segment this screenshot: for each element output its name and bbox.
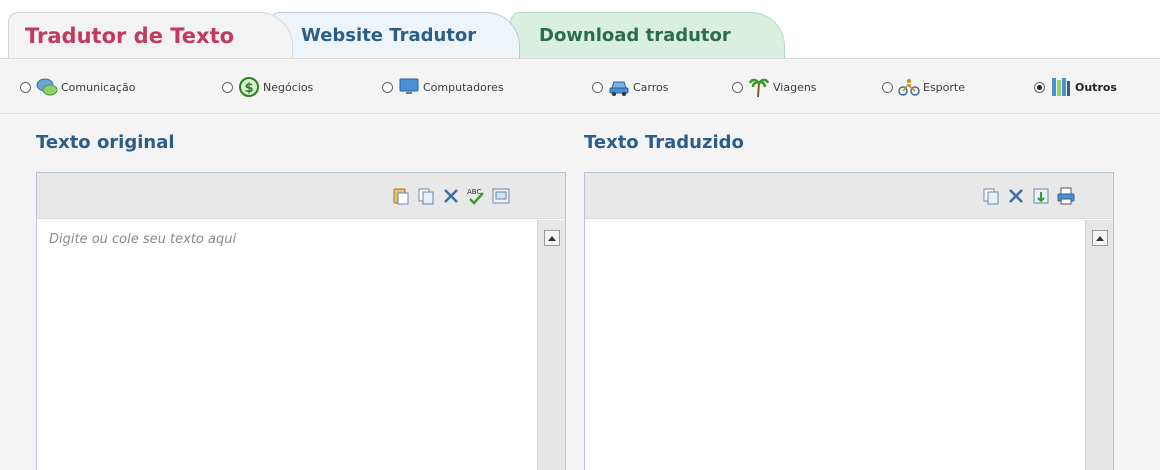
source-title: Texto original [36, 132, 175, 153]
category-label: Computadores [423, 80, 504, 94]
target-text-output[interactable] [585, 220, 1085, 470]
target-title: Texto Traduzido [584, 132, 744, 153]
category-comunicacao[interactable]: Comunicação [20, 74, 135, 100]
copy-icon[interactable] [415, 185, 437, 207]
translator-area: Texto original Texto Traduzido ABC [0, 114, 1160, 470]
category-selector: Comunicação $ Negócios Computadores Carr… [0, 58, 1160, 114]
category-radio[interactable] [1034, 81, 1045, 93]
tab-tradutor-de-texto[interactable]: Tradutor de Texto [8, 12, 293, 58]
virtual-keyboard-icon[interactable] [490, 185, 512, 207]
dollar-coin-icon: $ [237, 75, 261, 99]
category-carros[interactable]: Carros [592, 74, 669, 100]
category-label: Esporte [923, 80, 965, 94]
car-icon [607, 75, 631, 99]
category-negocios[interactable]: $ Negócios [222, 74, 313, 100]
tab-bar: Download tradutor Website Tradutor Tradu… [0, 0, 1160, 58]
category-viagens[interactable]: Viagens [732, 74, 817, 100]
category-radio[interactable] [222, 81, 233, 93]
category-label: Comunicação [61, 80, 136, 94]
target-panel [584, 172, 1114, 470]
category-computadores[interactable]: Computadores [382, 74, 504, 100]
svg-text:ABC: ABC [467, 188, 481, 196]
tab-download-tradutor[interactable]: Download tradutor [510, 12, 785, 58]
tab-label: Tradutor de Texto [25, 23, 235, 48]
category-radio[interactable] [592, 81, 603, 93]
books-icon [1049, 75, 1073, 99]
category-label: Viagens [773, 80, 817, 94]
category-label: Negócios [263, 80, 314, 94]
monitor-icon [397, 75, 421, 99]
source-toolbar: ABC [37, 173, 565, 219]
category-label: Outros [1075, 80, 1117, 94]
category-radio[interactable] [20, 81, 31, 93]
clear-icon[interactable] [440, 185, 462, 207]
tab-label: Website Tradutor [301, 25, 477, 46]
category-esporte[interactable]: Esporte [882, 74, 965, 100]
clear-icon[interactable] [1005, 185, 1027, 207]
target-toolbar [585, 173, 1113, 219]
source-scrollbar[interactable] [537, 220, 565, 470]
chat-bubbles-icon [35, 75, 59, 99]
print-icon[interactable] [1055, 185, 1077, 207]
category-outros[interactable]: Outros [1034, 74, 1117, 100]
source-panel: ABC [36, 172, 566, 470]
category-radio[interactable] [882, 81, 893, 93]
tab-label: Download tradutor [539, 25, 731, 46]
source-text-input[interactable] [37, 220, 537, 470]
scroll-up-arrow-icon[interactable] [544, 230, 560, 246]
category-radio[interactable] [732, 81, 743, 93]
scroll-up-arrow-icon[interactable] [1092, 230, 1108, 246]
svg-text:$: $ [244, 81, 253, 96]
target-scrollbar[interactable] [1085, 220, 1113, 470]
category-label: Carros [633, 80, 669, 94]
copy-icon[interactable] [980, 185, 1002, 207]
tab-website-tradutor[interactable]: Website Tradutor [270, 12, 520, 58]
palm-tree-icon [747, 75, 771, 99]
paste-icon[interactable] [390, 185, 412, 207]
category-radio[interactable] [382, 81, 393, 93]
save-icon[interactable] [1030, 185, 1052, 207]
spellcheck-icon[interactable]: ABC [465, 185, 487, 207]
bicycle-icon [897, 75, 921, 99]
